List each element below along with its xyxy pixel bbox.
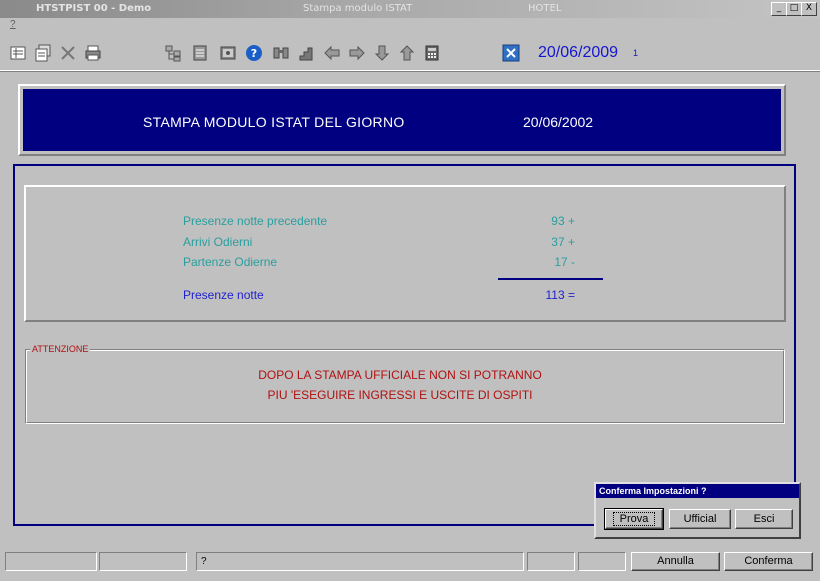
esci-button[interactable]: Esci bbox=[735, 509, 793, 529]
confirm-dialog: Conferma Impostazioni ? Prova Ufficial E… bbox=[594, 482, 801, 539]
status-field-3: ? bbox=[196, 552, 524, 571]
tree-icon[interactable] bbox=[163, 43, 183, 63]
binoculars-icon[interactable] bbox=[271, 43, 291, 63]
label-arrivals: Arrivi Odierni bbox=[183, 235, 253, 249]
annulla-button[interactable]: Annulla bbox=[631, 552, 720, 571]
arrow-up-icon[interactable] bbox=[397, 43, 417, 63]
svg-text:?: ? bbox=[251, 47, 257, 60]
title-bar: HTSTPIST 00 - Demo Stampa modulo ISTAT H… bbox=[0, 0, 820, 18]
attention-line-1: DOPO LA STAMPA UFFICIALE NON SI POTRANNO bbox=[258, 368, 542, 382]
attention-line-2: PIU 'ESEGUIRE INGRESSI E USCITE DI OSPIT… bbox=[267, 388, 533, 402]
list-icon[interactable] bbox=[8, 43, 28, 63]
window-title-form: Stampa modulo ISTAT bbox=[303, 3, 413, 14]
arrow-down-icon[interactable] bbox=[372, 43, 392, 63]
arrow-left-icon[interactable] bbox=[322, 43, 342, 63]
maximize-button[interactable]: □ bbox=[786, 2, 802, 16]
attention-legend: ATTENZIONE bbox=[30, 344, 91, 354]
window-title-module: HOTEL bbox=[528, 3, 562, 14]
help-icon[interactable]: ? bbox=[244, 43, 264, 63]
value-total-night: 113 = bbox=[545, 288, 575, 302]
value-arrivals: 37 + bbox=[551, 235, 575, 249]
status-field-2 bbox=[99, 552, 187, 571]
counts-panel bbox=[24, 185, 786, 322]
attention-box bbox=[25, 349, 785, 424]
close-window-button[interactable]: X bbox=[801, 2, 817, 16]
close-icon[interactable] bbox=[501, 43, 521, 63]
status-field-4 bbox=[527, 552, 575, 571]
header-date: 20/06/2002 bbox=[523, 114, 594, 130]
minimize-button[interactable]: _ bbox=[771, 2, 787, 16]
calculator-icon[interactable] bbox=[422, 43, 442, 63]
toolbar-page-number: 1 bbox=[633, 48, 639, 58]
page-title: STAMPA MODULO ISTAT DEL GIORNO bbox=[143, 114, 405, 130]
label-total-night: Presenze notte bbox=[183, 288, 264, 302]
toolbar-date: 20/06/2009 bbox=[538, 44, 619, 61]
menu-help[interactable]: ? bbox=[10, 19, 16, 30]
print-icon[interactable] bbox=[83, 43, 103, 63]
sheet-icon[interactable] bbox=[190, 43, 210, 63]
status-bar: ? Annulla Conferma bbox=[0, 549, 820, 581]
toolbar: ? 20/06/2009 1 bbox=[0, 34, 820, 71]
arrow-right-icon[interactable] bbox=[347, 43, 367, 63]
header-banner: STAMPA MODULO ISTAT DEL GIORNO 20/06/200… bbox=[23, 89, 781, 151]
total-divider bbox=[498, 278, 603, 280]
value-previous-night: 93 + bbox=[551, 214, 575, 228]
prova-button[interactable]: Prova bbox=[604, 508, 664, 530]
image-icon[interactable] bbox=[218, 43, 238, 63]
conferma-button[interactable]: Conferma bbox=[724, 552, 813, 571]
value-departures: 17 - bbox=[554, 255, 575, 269]
label-previous-night: Presenze notte precedente bbox=[183, 214, 328, 228]
menu-bar: ? bbox=[0, 18, 820, 32]
header-panel: STAMPA MODULO ISTAT DEL GIORNO 20/06/200… bbox=[18, 84, 786, 156]
status-field-5 bbox=[578, 552, 626, 571]
stairs-icon[interactable] bbox=[297, 43, 317, 63]
window-title-app: HTSTPIST 00 - Demo bbox=[36, 3, 152, 14]
ufficial-button[interactable]: Ufficial bbox=[669, 509, 731, 529]
dialog-title: Conferma Impostazioni ? bbox=[596, 484, 799, 498]
status-field-1 bbox=[5, 552, 97, 571]
label-departures: Partenze Odierne bbox=[183, 255, 278, 269]
delete-icon[interactable] bbox=[58, 43, 78, 63]
copy-list-icon[interactable] bbox=[33, 43, 53, 63]
